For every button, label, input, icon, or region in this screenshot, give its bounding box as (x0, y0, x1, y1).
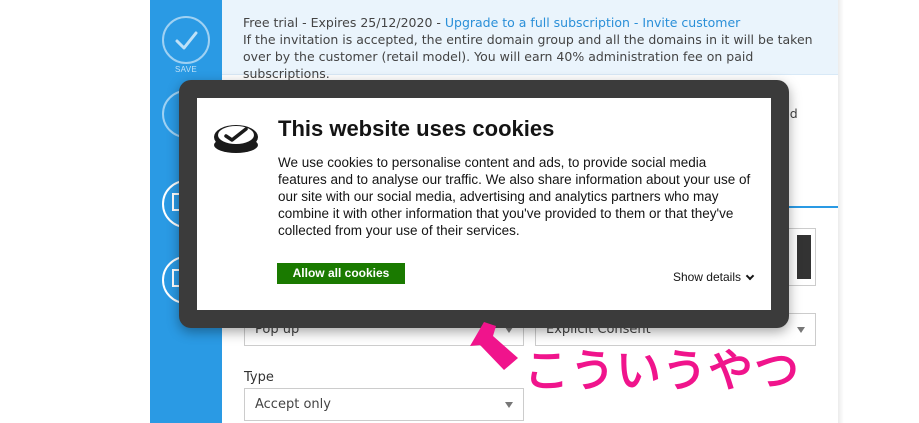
allow-all-cookies-button[interactable]: Allow all cookies (277, 263, 405, 284)
cookie-dialog: This website uses cookies We use cookies… (197, 98, 771, 310)
cookie-dialog-frame: This website uses cookies We use cookies… (179, 80, 789, 328)
cookie-dialog-body: We use cookies to personalise content an… (278, 155, 751, 238)
trial-line: Free trial - Expires 25/12/2020 - Upgrad… (243, 14, 838, 31)
cookie-dialog-title: This website uses cookies (278, 116, 555, 141)
right-shadow (838, 0, 844, 423)
upgrade-link[interactable]: Upgrade to a full subscription (445, 15, 630, 30)
trial-text: Free trial - Expires 25/12/2020 - (243, 15, 445, 30)
invite-customer-link[interactable]: Invite customer (642, 15, 740, 30)
chevron-down-icon (797, 327, 805, 333)
cookiebot-logo-icon (214, 125, 258, 153)
left-margin (0, 0, 150, 423)
annotation-text: こういうやつ (524, 344, 801, 397)
show-details-label: Show details (672, 270, 741, 284)
chevron-down-icon (505, 402, 513, 408)
right-margin (838, 0, 919, 423)
chevron-down-icon (745, 271, 755, 281)
arrow-icon (470, 322, 518, 370)
section-divider (782, 206, 838, 208)
save-button[interactable] (162, 16, 210, 64)
type-select-value: Accept only (255, 397, 331, 412)
link-separator: - (629, 15, 643, 30)
show-details-link[interactable]: Show details (672, 270, 755, 284)
type-select[interactable]: Accept only (244, 388, 524, 421)
type-label: Type (244, 370, 274, 385)
checkmark-icon (175, 31, 198, 50)
save-label: SAVE (175, 65, 197, 74)
trial-description: If the invitation is accepted, the entir… (243, 32, 813, 81)
trial-notice: Free trial - Expires 25/12/2020 - Upgrad… (222, 0, 838, 81)
